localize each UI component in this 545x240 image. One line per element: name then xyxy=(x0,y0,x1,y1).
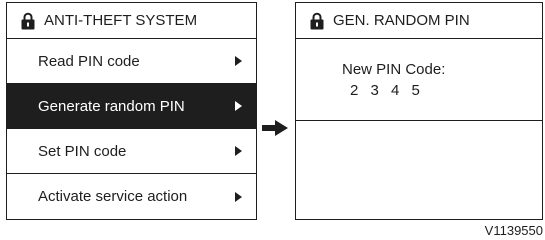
reference-code: V1139550 xyxy=(484,223,543,238)
pin-prompt: New PIN Code: xyxy=(342,61,446,78)
pin-value: 2 3 4 5 xyxy=(350,82,424,99)
anti-theft-menu-screen: ANTI-THEFT SYSTEM Read PIN code Generate… xyxy=(6,2,257,220)
menu-item-set-pin[interactable]: Set PIN code xyxy=(7,129,256,174)
triangle-right-icon xyxy=(235,191,242,202)
menu-title: ANTI-THEFT SYSTEM xyxy=(44,12,198,29)
pin-title-bar: GEN. RANDOM PIN xyxy=(296,3,542,39)
pin-content: New PIN Code: 2 3 4 5 xyxy=(296,39,542,121)
menu-title-bar: ANTI-THEFT SYSTEM xyxy=(7,3,256,39)
menu-item-label: Activate service action xyxy=(38,188,188,205)
pin-screen-title: GEN. RANDOM PIN xyxy=(333,12,470,29)
lock-icon xyxy=(21,12,35,30)
menu-item-read-pin[interactable]: Read PIN code xyxy=(7,39,256,84)
menu-item-label: Set PIN code xyxy=(38,142,127,160)
menu-item-generate-random-pin[interactable]: Generate random PIN xyxy=(7,84,256,129)
triangle-right-icon xyxy=(235,56,242,66)
menu-item-label: Read PIN code xyxy=(38,52,140,70)
menu-item-label: Generate random PIN xyxy=(38,97,185,115)
triangle-right-icon xyxy=(235,146,242,156)
generate-pin-screen: GEN. RANDOM PIN New PIN Code: 2 3 4 5 xyxy=(295,2,543,220)
lock-icon xyxy=(310,12,324,30)
arrow-right-icon xyxy=(262,120,288,136)
triangle-right-icon xyxy=(235,101,242,111)
menu-item-activate-service-action[interactable]: Activate service action xyxy=(7,174,256,219)
